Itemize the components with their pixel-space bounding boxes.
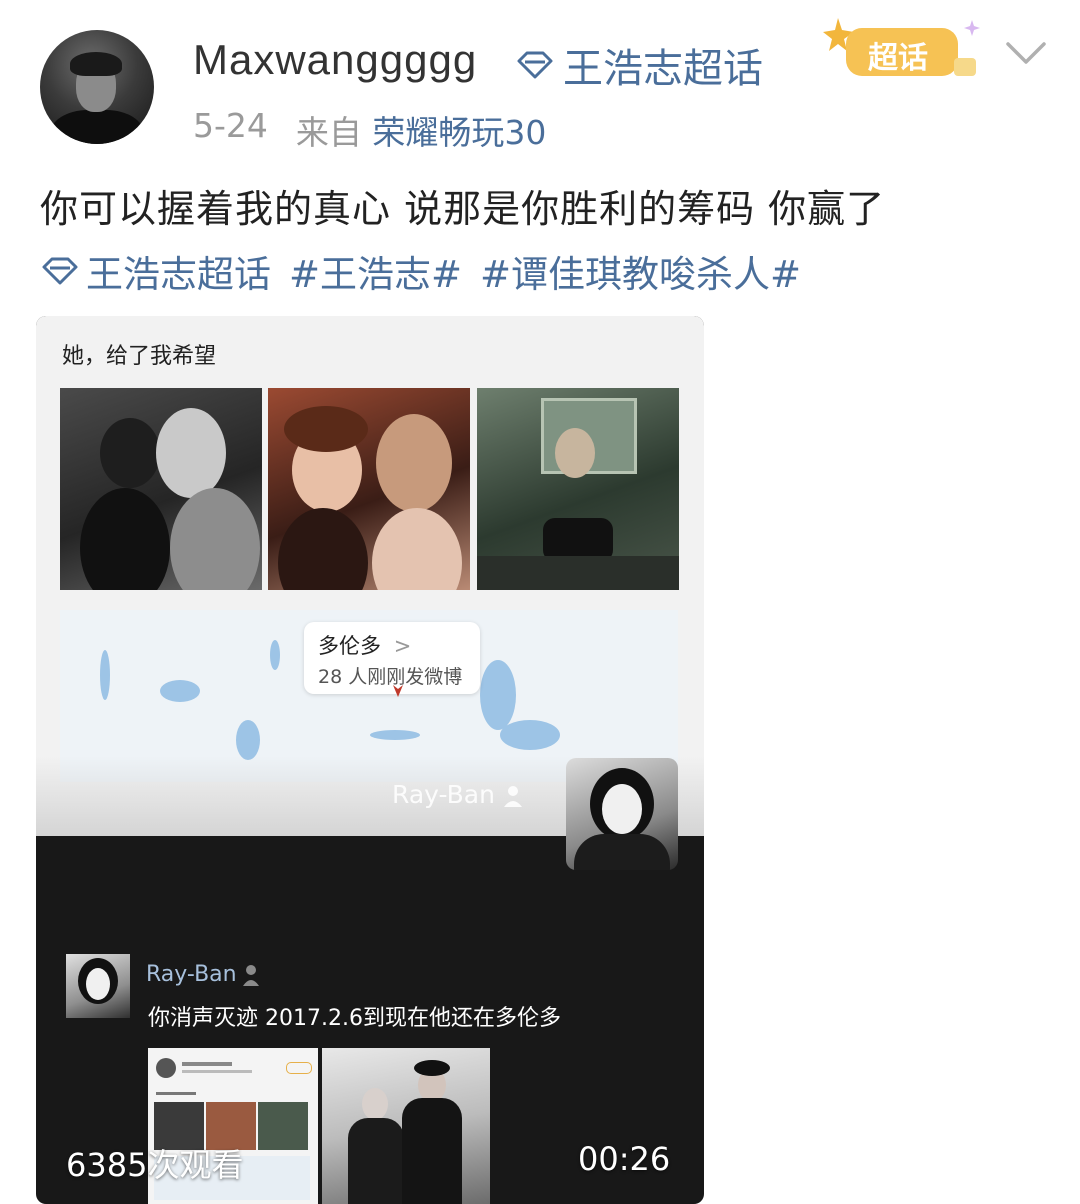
view-count: 6385次观看 (66, 1146, 244, 1184)
post-meta: 5-24 来自 荣耀畅玩30 (193, 106, 546, 154)
video-duration: 00:26 (578, 1140, 671, 1178)
watermark-avatar (566, 758, 678, 870)
watermark-name: Ray-Ban (392, 780, 523, 809)
supertopic-diamond-icon (42, 257, 78, 285)
post-device[interactable]: 荣耀畅玩30 (372, 113, 546, 152)
map-city: 多伦多 > (318, 634, 412, 658)
video-player[interactable]: 她，给了我希望 多伦多 > 28 人刚刚发微博 Ray-Ban Ray-Ban … (36, 316, 704, 1204)
photo-1 (60, 388, 262, 590)
comment-text: 你消声灭迹 2017.2.6到现在他还在多伦多 (148, 1006, 561, 1031)
user-avatar[interactable] (40, 30, 154, 144)
hashtag-2[interactable]: #谭佳琪教唆杀人# (480, 244, 801, 298)
from-label: 来自 (295, 113, 362, 152)
tag-supertopic-label: 王浩志超话 (86, 253, 271, 296)
username[interactable]: Maxwanggggg (193, 36, 477, 84)
supertopic-link[interactable]: 王浩志超话 (515, 36, 763, 94)
map-chevron: > (393, 634, 412, 658)
post-date: 5-24 (193, 106, 268, 145)
supertopic-link-label: 王浩志超话 (563, 46, 763, 92)
comment-avatar (66, 954, 130, 1018)
post-text: 你可以握着我的真心 说那是你胜利的筹码 你赢了 (40, 187, 886, 231)
map-count: 28 人刚刚发微博 (318, 666, 463, 688)
map-pin-icon (393, 685, 403, 697)
post-tags: 王浩志超话 #王浩志# #谭佳琪教唆杀人# (40, 244, 801, 298)
person-icon (243, 965, 259, 986)
supertopic-badge[interactable]: 超话 (822, 14, 980, 84)
supertopic-badge-label: 超话 (868, 41, 928, 76)
photo-3 (477, 388, 679, 590)
couple-photo-thumbnail (322, 1048, 490, 1204)
hashtag-1[interactable]: #王浩志# (289, 244, 462, 298)
supertopic-diamond-icon (517, 51, 553, 79)
tag-supertopic[interactable]: 王浩志超话 (40, 244, 271, 298)
person-icon (503, 786, 522, 807)
chevron-down-icon[interactable] (1002, 38, 1050, 70)
video-caption: 她，给了我希望 (62, 344, 217, 369)
comment-author: Ray-Ban (146, 962, 237, 987)
photo-2 (268, 388, 470, 590)
